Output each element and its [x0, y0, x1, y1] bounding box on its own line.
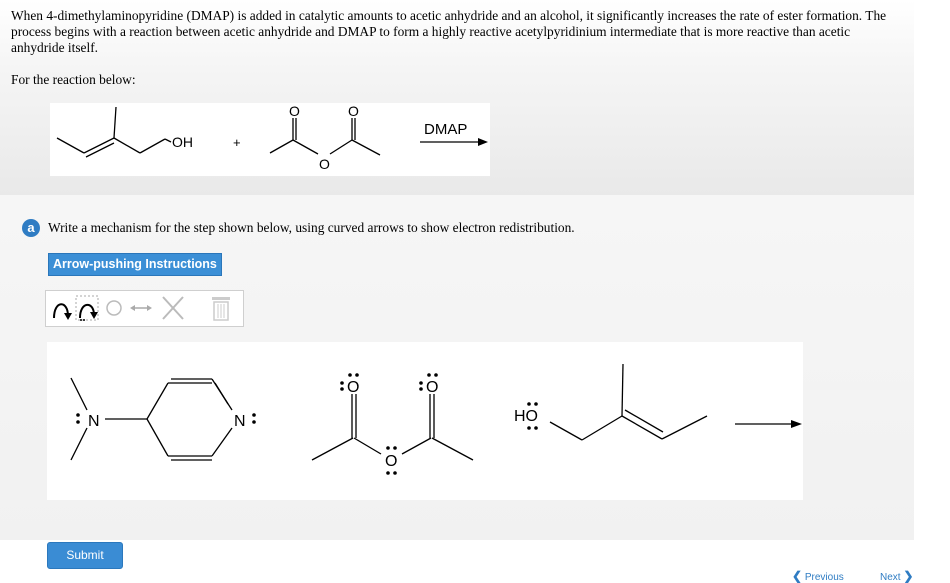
carbonyl-oxygen-right: O — [426, 379, 438, 396]
chevron-left-icon: ❮ — [792, 569, 803, 583]
reaction-scheme: OH + O O O DMAP — [56, 103, 488, 172]
alcohol-oh-label: OH — [172, 134, 193, 150]
curved-arrow-icon[interactable] — [50, 294, 72, 322]
mechanism-canvas[interactable]: N N O O O HO — [47, 342, 803, 500]
plus-sign: + — [233, 135, 241, 150]
mechanism-structures: N N O O O HO — [70, 363, 802, 475]
single-electron-arrow-icon[interactable] — [75, 294, 99, 322]
question-header: When 4-dimethylaminopyridine (DMAP) is a… — [0, 0, 914, 196]
alcohol-ho-label: HO — [514, 408, 538, 425]
pyridine-nitrogen-label: N — [234, 413, 246, 430]
overall-reaction-image: OH + O O O DMAP — [50, 103, 490, 176]
arrow-pushing-instructions-button[interactable]: Arrow-pushing Instructions — [48, 253, 222, 276]
intro-text: When 4-dimethylaminopyridine (DMAP) is a… — [11, 8, 887, 55]
drawing-toolbar — [45, 290, 244, 327]
trash-icon[interactable] — [206, 294, 236, 322]
delete-icon[interactable] — [158, 294, 188, 322]
lasso-icon[interactable] — [103, 294, 125, 322]
part-a-badge: a — [22, 219, 40, 237]
bridge-oxygen-label: O — [385, 453, 397, 470]
amine-nitrogen-label: N — [88, 413, 100, 430]
chevron-right-icon: ❯ — [903, 569, 914, 583]
carbonyl-oxygen-left: O — [347, 379, 359, 396]
next-label: Next — [880, 572, 901, 583]
previous-label: Previous — [804, 572, 844, 583]
submit-button[interactable]: Submit — [47, 542, 123, 569]
previous-button[interactable]: ❮ Previous — [792, 569, 844, 583]
for-reaction-label: For the reaction below: — [11, 72, 136, 87]
next-button[interactable]: Next ❯ — [880, 569, 913, 583]
carbonyl-o-right: O — [348, 103, 359, 119]
reagent-label: DMAP — [424, 121, 467, 138]
resonance-arrow-icon[interactable] — [127, 294, 155, 322]
part-a-instruction: Write a mechanism for the step shown bel… — [48, 220, 575, 235]
bridge-o: O — [319, 156, 330, 172]
carbonyl-o-left: O — [289, 103, 300, 119]
